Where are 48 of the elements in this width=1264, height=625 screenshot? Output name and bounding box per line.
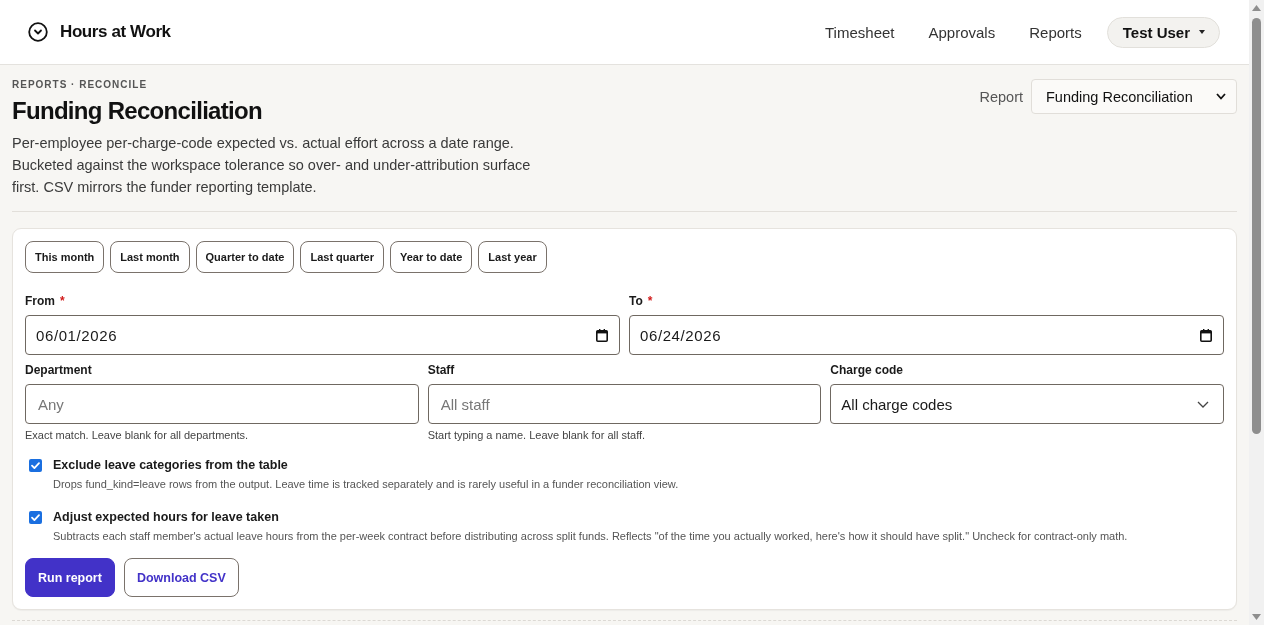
required-mark: * xyxy=(647,294,653,308)
field-label: To xyxy=(629,294,643,308)
date-preset-button[interactable]: Quarter to date xyxy=(195,241,295,273)
breadcrumb: REPORTS · RECONCILE xyxy=(12,79,149,91)
field-hint: Start typing a name. Leave blank for all staff. xyxy=(427,429,647,442)
chevron-down-icon xyxy=(1216,93,1226,100)
nav-link[interactable]: Timesheet xyxy=(825,23,895,41)
field-label: Department xyxy=(25,363,92,377)
checkbox[interactable] xyxy=(29,511,42,524)
required-mark: * xyxy=(60,294,65,308)
field-label: Staff xyxy=(427,363,455,377)
text-input[interactable]: All staff xyxy=(427,384,822,424)
report-label: Report xyxy=(979,88,1023,105)
nav-link[interactable]: Reports xyxy=(1029,23,1082,41)
dropdown-select[interactable]: All charge codes xyxy=(830,384,1224,424)
scrollbar-thumb[interactable] xyxy=(1252,18,1261,434)
report-select[interactable]: Funding Reconciliation xyxy=(1031,79,1237,114)
page-description: Per-employee per-charge-code expected vs. actual effort across a date range. Bucketed against the workspace tolerance so over- and under-attribution surface first. CSV mirrors the funder reporting template. xyxy=(12,134,532,197)
caret-icon xyxy=(1199,30,1205,34)
field-label: From xyxy=(25,294,55,308)
calendar-icon[interactable] xyxy=(596,328,608,342)
option-label: Exclude leave categories from the table xyxy=(53,458,289,473)
scrollbar-track[interactable] xyxy=(1249,0,1264,625)
calendar-icon[interactable] xyxy=(1200,328,1212,342)
date-input[interactable]: 06/24/2026 xyxy=(629,315,1224,355)
run-report-button[interactable]: Run report xyxy=(25,558,115,597)
date-preset-button[interactable]: This month xyxy=(25,241,105,273)
option-description: Drops fund_kind=leave rows from the output. Leave time is tracked separately and is rarely useful in a funder reconciliation view. xyxy=(53,478,679,491)
user-menu-button[interactable]: Test User xyxy=(1106,16,1220,48)
download-csv-button[interactable]: Download CSV xyxy=(123,558,239,597)
checkbox[interactable] xyxy=(29,459,42,472)
option-description: Subtracts each staff member's actual leave hours from the per-week contract before distributing across split funds. Reflects "of the time you actually worked, here's how it should have split." Uncheck for contract-only math. xyxy=(53,530,1128,543)
text-input[interactable]: Any xyxy=(25,384,419,424)
app-title: Hours at Work xyxy=(60,22,171,42)
date-input[interactable]: 06/01/2026 xyxy=(25,315,620,355)
nav-link[interactable]: Approvals xyxy=(928,23,996,41)
date-preset-button[interactable]: Year to date xyxy=(390,241,473,273)
scroll-up-icon[interactable] xyxy=(1252,5,1261,11)
page-title: Funding Reconciliation xyxy=(12,96,263,126)
date-preset-button[interactable]: Last month xyxy=(110,241,190,273)
field-label: Charge code xyxy=(830,363,903,377)
scroll-down-icon[interactable] xyxy=(1252,614,1261,620)
field-hint: Exact match. Leave blank for all departments. xyxy=(25,429,250,442)
chevron-down-icon xyxy=(1197,400,1209,408)
clock-icon xyxy=(28,22,48,42)
date-preset-button[interactable]: Last year xyxy=(478,241,547,273)
date-preset-button[interactable]: Last quarter xyxy=(300,241,384,273)
option-label: Adjust expected hours for leave taken xyxy=(53,510,280,525)
